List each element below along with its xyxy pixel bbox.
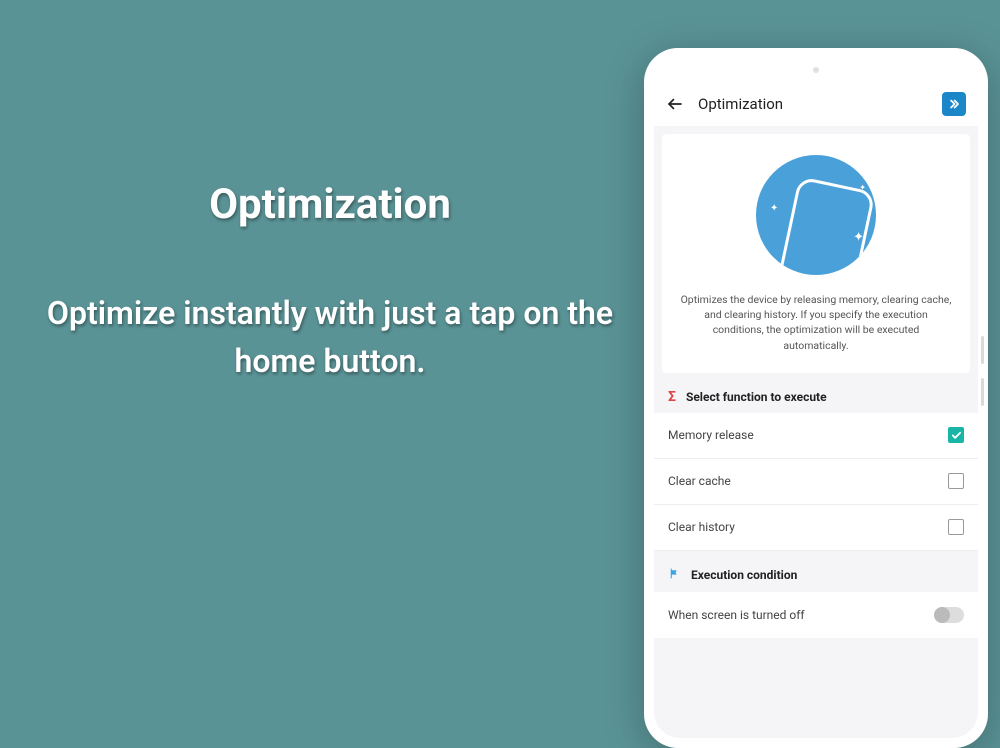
sigma-icon: Σ (668, 389, 676, 405)
hero-card: ✦ ✦ ✦ Optimizes the device by releasing … (662, 134, 970, 373)
camera-notch (813, 67, 819, 73)
conditions-section-header: Execution condition (654, 551, 978, 592)
checkbox-checked[interactable] (948, 427, 964, 443)
forward-button[interactable] (942, 92, 966, 116)
back-arrow-icon[interactable] (666, 95, 684, 113)
checkmark-icon (951, 430, 962, 441)
function-item-clear-history[interactable]: Clear history (654, 505, 978, 551)
conditions-section-title: Execution condition (691, 568, 797, 582)
flag-icon (668, 567, 681, 584)
toggle-off[interactable] (934, 607, 964, 623)
promo-section: Optimization Optimize instantly with jus… (40, 180, 620, 385)
promo-subtitle: Optimize instantly with just a tap on th… (40, 289, 620, 385)
sparkle-icon: ✦ (859, 183, 866, 192)
function-label: Clear history (668, 520, 735, 534)
app-bar: Optimization (654, 82, 978, 126)
checkbox-unchecked[interactable] (948, 473, 964, 489)
hero-illustration: ✦ ✦ ✦ (751, 150, 881, 280)
function-label: Clear cache (668, 474, 731, 488)
phone-frame: Optimization ✦ ✦ ✦ Optimizes the device … (644, 48, 988, 748)
promo-title: Optimization (40, 180, 620, 229)
status-bar (654, 58, 978, 82)
function-item-clear-cache[interactable]: Clear cache (654, 459, 978, 505)
function-item-memory-release[interactable]: Memory release (654, 413, 978, 459)
sparkle-icon: ✦ (770, 203, 778, 214)
hero-description: Optimizes the device by releasing memory… (680, 292, 952, 353)
volume-down-button (981, 378, 984, 406)
condition-item-screen-off[interactable]: When screen is turned off (654, 592, 978, 638)
functions-section-header: Σ Select function to execute (654, 373, 978, 413)
page-title: Optimization (698, 95, 928, 113)
phone-screen: Optimization ✦ ✦ ✦ Optimizes the device … (654, 58, 978, 738)
chevron-double-right-icon (947, 97, 961, 111)
functions-section-title: Select function to execute (686, 390, 827, 404)
checkbox-unchecked[interactable] (948, 519, 964, 535)
function-label: Memory release (668, 428, 754, 442)
phone-side-buttons (981, 336, 984, 420)
sparkle-icon: ✦ (853, 230, 864, 245)
volume-up-button (981, 336, 984, 364)
